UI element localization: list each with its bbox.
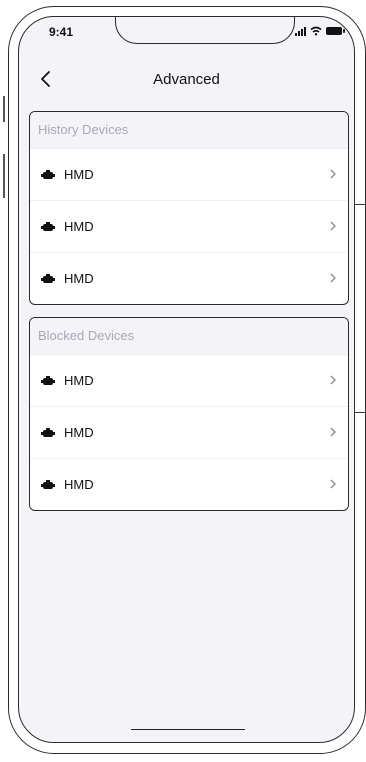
chevron-right-icon <box>330 427 336 437</box>
device-label: HMD <box>64 271 94 286</box>
status-time: 9:41 <box>49 25 74 39</box>
device-label: HMD <box>64 167 94 182</box>
device-label: HMD <box>64 425 94 440</box>
device-row[interactable]: HMD <box>30 200 348 252</box>
side-marker-bottom <box>354 412 366 413</box>
hmd-headset-icon <box>41 221 55 231</box>
section-header: History Devices <box>30 112 348 148</box>
home-indicator[interactable] <box>131 729 245 730</box>
chevron-right-icon <box>330 169 336 179</box>
signal-icon <box>295 26 306 36</box>
chevron-right-icon <box>330 273 336 283</box>
device-label: HMD <box>64 477 94 492</box>
hmd-headset-icon <box>41 273 55 283</box>
chevron-right-icon <box>330 221 336 231</box>
page-title: Advanced <box>153 71 220 88</box>
section-header: Blocked Devices <box>30 318 348 354</box>
hmd-headset-icon <box>41 479 55 489</box>
chevron-right-icon <box>330 479 336 489</box>
device-row[interactable]: HMD <box>30 354 348 406</box>
chevron-right-icon <box>330 375 336 385</box>
side-button-upper <box>3 96 5 122</box>
notch <box>115 17 295 44</box>
side-marker-top <box>354 204 366 205</box>
device-label: HMD <box>64 373 94 388</box>
wifi-icon <box>310 26 322 36</box>
hmd-headset-icon <box>41 169 55 179</box>
nav-bar: Advanced <box>19 65 354 95</box>
battery-icon <box>326 27 345 35</box>
screen: 9:41 Advanced History Devices HMD HMD HM… <box>18 16 355 743</box>
device-row[interactable]: HMD <box>30 252 348 304</box>
hmd-headset-icon <box>41 375 55 385</box>
device-row[interactable]: HMD <box>30 148 348 200</box>
hmd-headset-icon <box>41 427 55 437</box>
side-button-lower <box>3 154 5 198</box>
status-icons <box>295 26 345 36</box>
device-row[interactable]: HMD <box>30 406 348 458</box>
device-row[interactable]: HMD <box>30 458 348 510</box>
device-label: HMD <box>64 219 94 234</box>
blocked-devices-section: Blocked Devices HMD HMD HMD <box>29 317 349 511</box>
history-devices-section: History Devices HMD HMD HMD <box>29 111 349 305</box>
